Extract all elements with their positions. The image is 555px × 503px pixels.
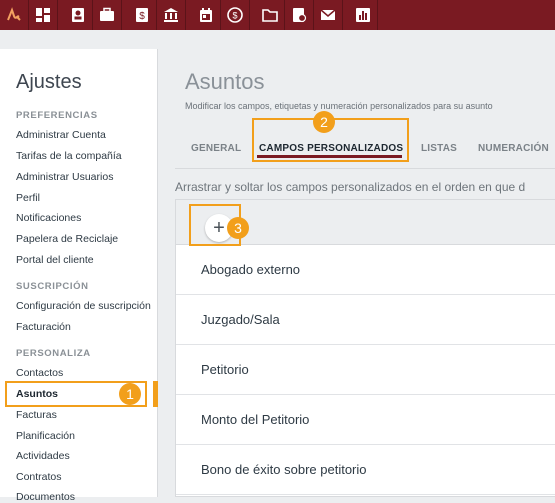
step-badge-2: 2 — [313, 111, 335, 133]
page-title: Asuntos — [185, 69, 265, 94]
sidebar-item-notificaciones[interactable]: Notificaciones — [16, 212, 81, 224]
sidebar-item-facturas[interactable]: Facturas — [16, 409, 57, 421]
sidebar-item-actividades[interactable]: Actividades — [16, 450, 70, 462]
page-subtitle: Modificar los campos, etiquetas y numera… — [185, 101, 493, 111]
sidebar-item-contratos[interactable]: Contratos — [16, 471, 62, 483]
sidebar-item-administrar-usuarios[interactable]: Administrar Usuarios — [16, 171, 113, 183]
settings-sidebar: Ajustes PREFERENCIAS Administrar Cuenta … — [0, 49, 158, 503]
time-icon[interactable]: $ — [221, 0, 250, 30]
sidebar-item-facturacion[interactable]: Facturación — [16, 321, 71, 333]
tab-numeracion[interactable]: NUMERACIÓN — [478, 143, 549, 154]
sidebar-item-planificacion[interactable]: Planificación — [16, 430, 75, 442]
list-item[interactable]: Bono de éxito sobre petitorio — [176, 445, 555, 495]
list-item[interactable]: Petitorio — [176, 345, 555, 395]
section-preferencias: PREFERENCIAS — [16, 110, 98, 121]
tab-listas[interactable]: LISTAS — [421, 143, 457, 154]
sidebar-item-contactos[interactable]: Contactos — [16, 367, 63, 379]
sidebar-item-papelera[interactable]: Papelera de Reciclaje — [16, 233, 118, 245]
sidebar-item-administrar-cuenta[interactable]: Administrar Cuenta — [16, 129, 106, 141]
bank-icon[interactable] — [157, 0, 186, 30]
reports-icon[interactable] — [349, 0, 378, 30]
step-badge-1: 1 — [119, 383, 141, 405]
step-badge-3: 3 — [227, 217, 249, 239]
svg-text:$: $ — [232, 11, 237, 21]
active-indicator-bar — [153, 381, 158, 407]
section-suscripcion: SUSCRIPCIÓN — [16, 281, 89, 292]
sidebar-item-documentos[interactable]: Documentos — [16, 491, 75, 503]
calendar-icon[interactable] — [192, 0, 221, 30]
sidebar-item-perfil[interactable]: Perfil — [16, 192, 40, 204]
list-item[interactable]: Juzgado/Sala — [176, 295, 555, 345]
billing-icon[interactable]: $ — [128, 0, 157, 30]
list-item[interactable]: Monto del Petitorio — [176, 395, 555, 445]
mail-icon[interactable] — [314, 0, 343, 30]
top-navigation-bar: $ $ — [0, 0, 555, 30]
sidebar-item-config-suscripcion[interactable]: Configuración de suscripción — [16, 300, 151, 312]
svg-text:$: $ — [139, 11, 145, 22]
sidebar-item-portal-cliente[interactable]: Portal del cliente — [16, 254, 94, 266]
tab-general[interactable]: GENERAL — [191, 143, 241, 154]
briefcase-icon[interactable] — [93, 0, 122, 30]
contacts-icon[interactable] — [64, 0, 93, 30]
logo-icon[interactable] — [0, 0, 29, 30]
document-icon[interactable] — [285, 0, 314, 30]
section-personaliza: PERSONALIZA — [16, 348, 91, 359]
sidebar-item-tarifas[interactable]: Tarifas de la compañía — [16, 150, 122, 162]
list-item[interactable]: Abogado externo — [176, 245, 555, 295]
dashboard-icon[interactable] — [29, 0, 58, 30]
folder-icon[interactable] — [256, 0, 285, 30]
sidebar-title: Ajustes — [16, 71, 82, 93]
drag-instructions: Arrastrar y soltar los campos personaliz… — [175, 180, 526, 194]
main-content: Asuntos Modificar los campos, etiquetas … — [159, 49, 555, 497]
